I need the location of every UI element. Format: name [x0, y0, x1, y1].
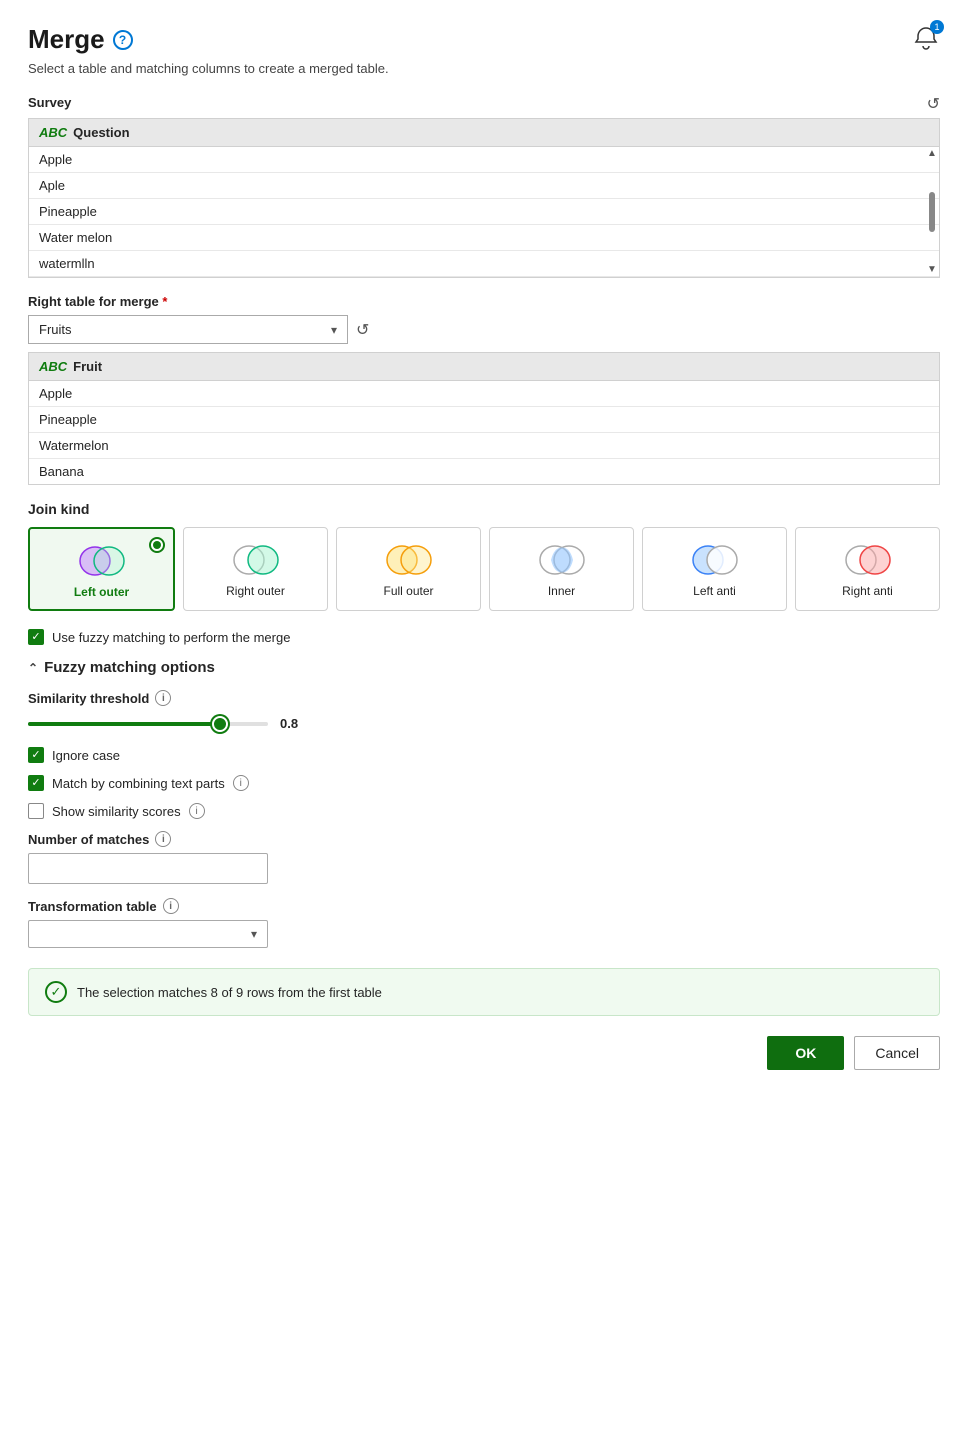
show-similarity-checkbox[interactable]	[28, 803, 44, 819]
join-option-right-outer[interactable]: Right outer	[183, 527, 328, 611]
scroll-up-arrow[interactable]: ▲	[927, 149, 937, 159]
join-option-left-anti[interactable]: Left anti	[642, 527, 787, 611]
status-check-icon: ✓	[45, 981, 67, 1003]
ok-button[interactable]: OK	[767, 1036, 844, 1070]
survey-label: Survey	[28, 95, 71, 110]
right-table: ABC Fruit Apple Pineapple Watermelon Ban…	[28, 352, 940, 485]
required-marker: *	[162, 294, 167, 309]
show-similarity-label: Show similarity scores	[52, 804, 181, 819]
survey-col-type-icon: ABC	[39, 125, 67, 140]
dropdown-arrow-icon: ▾	[331, 323, 337, 337]
table-row: Watermelon	[29, 433, 939, 459]
survey-scroll-area: Apple Aple Pineapple Water melon waterml…	[29, 147, 939, 277]
survey-col-name: Question	[73, 125, 129, 140]
notification-badge: 1	[930, 20, 944, 34]
status-text: The selection matches 8 of 9 rows from t…	[77, 985, 382, 1000]
table-row: watermlln	[29, 251, 939, 277]
join-option-right-anti[interactable]: Right anti	[795, 527, 940, 611]
fuzzy-section-title: ⌃ Fuzzy matching options	[28, 659, 940, 676]
match-combining-label: Match by combining text parts	[52, 776, 225, 791]
ignore-case-checkbox[interactable]	[28, 747, 44, 763]
join-right-anti-label: Right anti	[842, 584, 893, 598]
table-row: Aple	[29, 173, 939, 199]
table-row: Pineapple	[29, 407, 939, 433]
notification-icon[interactable]: 1	[912, 24, 940, 55]
table-row: Apple	[29, 147, 939, 173]
chevron-down-icon: ⌃	[28, 661, 38, 675]
fuzzy-matching-checkbox[interactable]	[28, 629, 44, 645]
button-row: OK Cancel	[28, 1036, 940, 1070]
slider-thumb[interactable]	[212, 716, 228, 732]
table-row: Water melon	[29, 225, 939, 251]
match-combining-info-icon[interactable]: i	[233, 775, 249, 791]
right-table-selected: Fruits	[39, 322, 72, 337]
join-kind-label: Join kind	[28, 501, 940, 517]
ignore-case-label: Ignore case	[52, 748, 120, 763]
join-inner-label: Inner	[548, 584, 575, 598]
table-row: Apple	[29, 381, 939, 407]
slider-fill	[28, 722, 220, 726]
status-banner: ✓ The selection matches 8 of 9 rows from…	[28, 968, 940, 1016]
show-similarity-info-icon[interactable]: i	[189, 803, 205, 819]
match-combining-row: Match by combining text parts i	[28, 775, 940, 791]
right-col-type-icon: ABC	[39, 359, 67, 374]
join-option-left-outer[interactable]: Left outer	[28, 527, 175, 611]
transformation-info-icon[interactable]: i	[163, 898, 179, 914]
threshold-label: Similarity threshold i	[28, 690, 940, 706]
transformation-label: Transformation table i	[28, 898, 940, 914]
help-icon[interactable]: ?	[113, 30, 133, 50]
survey-section-header: Survey ↺	[28, 94, 940, 114]
transformation-dropdown[interactable]: ▾	[28, 920, 268, 948]
page-title: Merge	[28, 24, 105, 55]
right-table-dropdown[interactable]: Fruits ▾	[28, 315, 348, 344]
right-table-label: Right table for merge *	[28, 294, 940, 309]
ignore-case-row: Ignore case	[28, 747, 940, 763]
similarity-slider[interactable]	[28, 722, 268, 726]
scroll-bar[interactable]: ▲ ▼	[927, 147, 937, 277]
left-outer-icon	[76, 543, 128, 579]
show-similarity-row: Show similarity scores i	[28, 803, 940, 819]
header: Merge ? 1	[28, 24, 940, 55]
slider-row: 0.8	[28, 716, 940, 731]
cancel-button[interactable]: Cancel	[854, 1036, 940, 1070]
join-full-outer-label: Full outer	[383, 584, 433, 598]
right-col-name: Fruit	[73, 359, 102, 374]
join-options: Left outer Right outer Full outer	[28, 527, 940, 611]
join-left-anti-label: Left anti	[693, 584, 736, 598]
fuzzy-matching-label: Use fuzzy matching to perform the merge	[52, 630, 290, 645]
subtitle: Select a table and matching columns to c…	[28, 61, 940, 76]
fuzzy-matching-row: Use fuzzy matching to perform the merge	[28, 629, 940, 645]
join-option-full-outer[interactable]: Full outer	[336, 527, 481, 611]
table-row: Banana	[29, 459, 939, 484]
survey-table: ABC Question Apple Aple Pineapple Water …	[28, 118, 940, 278]
join-option-inner[interactable]: Inner	[489, 527, 634, 611]
survey-refresh-icon[interactable]: ↺	[927, 94, 940, 114]
slider-value: 0.8	[280, 716, 298, 731]
right-outer-icon	[230, 542, 282, 578]
num-matches-label: Number of matches i	[28, 831, 940, 847]
right-table-header: ABC Fruit	[29, 353, 939, 381]
right-table-refresh-icon[interactable]: ↺	[356, 320, 369, 340]
join-left-outer-label: Left outer	[74, 585, 129, 599]
transformation-dropdown-arrow: ▾	[251, 927, 257, 941]
threshold-info-icon[interactable]: i	[155, 690, 171, 706]
num-matches-input[interactable]	[28, 853, 268, 884]
inner-icon	[536, 542, 588, 578]
scroll-down-arrow[interactable]: ▼	[927, 265, 937, 275]
scroll-thumb[interactable]	[929, 192, 935, 232]
num-matches-info-icon[interactable]: i	[155, 831, 171, 847]
match-combining-checkbox[interactable]	[28, 775, 44, 791]
radio-left-outer	[149, 537, 165, 553]
survey-table-header: ABC Question	[29, 119, 939, 147]
title-area: Merge ?	[28, 24, 133, 55]
left-anti-icon	[689, 542, 741, 578]
table-row: Pineapple	[29, 199, 939, 225]
right-anti-icon	[842, 542, 894, 578]
full-outer-icon	[383, 542, 435, 578]
right-table-dropdown-row: Fruits ▾ ↺	[28, 315, 940, 344]
join-right-outer-label: Right outer	[226, 584, 285, 598]
